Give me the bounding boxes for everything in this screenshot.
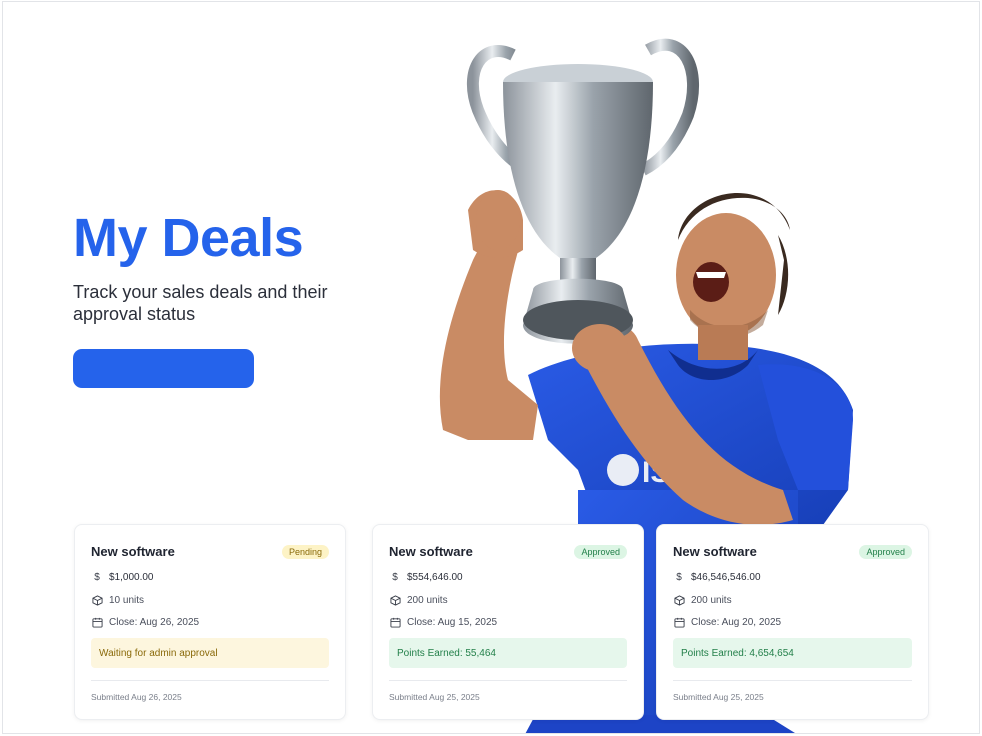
- deal-amount-row: $ $554,646.00: [389, 571, 463, 583]
- deal-title: New software: [389, 544, 473, 559]
- primary-action-button[interactable]: [73, 349, 254, 388]
- deal-units: 200 units: [407, 594, 448, 606]
- page-frame: My Deals Track your sales deals and thei…: [2, 1, 980, 734]
- page-title: My Deals: [73, 208, 304, 268]
- deal-close-row: Close: Aug 26, 2025: [91, 616, 199, 628]
- deal-card[interactable]: New software Approved $ $554,646.00 200 …: [372, 524, 644, 720]
- deal-units: 10 units: [109, 594, 145, 606]
- deal-units-row: 200 units: [673, 594, 732, 606]
- deal-title: New software: [91, 544, 175, 559]
- card-divider: [389, 680, 627, 681]
- deal-amount: $1,000.00: [109, 571, 154, 583]
- status-badge: Pending: [281, 544, 329, 559]
- status-badge: Approved: [859, 544, 912, 559]
- calendar-icon: [389, 616, 401, 628]
- deal-title: New software: [673, 544, 757, 559]
- box-icon: [673, 594, 685, 606]
- box-icon: [389, 594, 401, 606]
- dollar-icon: $: [676, 571, 682, 583]
- deal-units: 200 units: [691, 594, 732, 606]
- card-divider: [673, 680, 912, 681]
- deal-close-date: Close: Aug 26, 2025: [109, 616, 200, 628]
- calendar-icon: [91, 616, 103, 628]
- deal-close-row: Close: Aug 20, 2025: [673, 616, 781, 628]
- submitted-date: Submitted Aug 26, 2025: [91, 692, 182, 702]
- deal-close-date: Close: Aug 20, 2025: [691, 616, 782, 628]
- deal-close-date: Close: Aug 15, 2025: [407, 616, 498, 628]
- deal-units-row: 10 units: [91, 594, 144, 606]
- deal-card[interactable]: New software Pending $ $1,000.00 10 unit…: [74, 524, 346, 720]
- dollar-icon: $: [392, 571, 398, 583]
- deal-card[interactable]: New software Approved $ $46,546,546.00 2…: [656, 524, 929, 720]
- submitted-date: Submitted Aug 25, 2025: [389, 692, 480, 702]
- calendar-icon: [673, 616, 685, 628]
- approval-note: Waiting for admin approval: [91, 638, 329, 668]
- deal-units-row: 200 units: [389, 594, 448, 606]
- deal-amount-row: $ $46,546,546.00: [673, 571, 761, 583]
- box-icon: [91, 594, 103, 606]
- points-earned-note: Points Earned: 55,464: [389, 638, 627, 668]
- deal-amount: $554,646.00: [407, 571, 463, 583]
- deal-close-row: Close: Aug 15, 2025: [389, 616, 497, 628]
- card-divider: [91, 680, 329, 681]
- page-subtitle: Track your sales deals and their approva…: [73, 282, 328, 324]
- submitted-date: Submitted Aug 25, 2025: [673, 692, 764, 702]
- status-badge: Approved: [574, 544, 627, 559]
- points-earned-note: Points Earned: 4,654,654: [673, 638, 912, 668]
- deal-amount: $46,546,546.00: [691, 571, 761, 583]
- dollar-icon: $: [94, 571, 100, 583]
- deal-amount-row: $ $1,000.00: [91, 571, 154, 583]
